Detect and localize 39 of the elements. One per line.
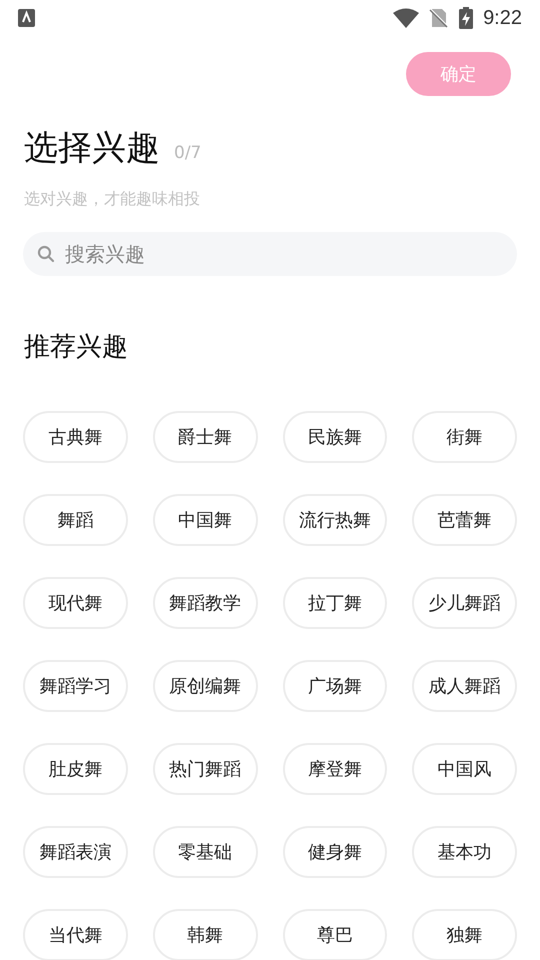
no-sim-icon (429, 8, 450, 28)
section-title: 推荐兴趣 (23, 331, 129, 364)
interest-tag[interactable]: 舞蹈教学 (152, 577, 258, 629)
interest-tag[interactable]: 中国风 (412, 743, 517, 795)
interest-tag[interactable]: 流行热舞 (282, 494, 388, 546)
interest-tag[interactable]: 舞蹈学习 (23, 660, 128, 712)
status-time: 9:22 (483, 6, 522, 31)
interest-tag[interactable]: 民族舞 (282, 411, 388, 463)
interest-tag[interactable]: 现代舞 (23, 577, 128, 629)
interest-tag[interactable]: 街舞 (412, 411, 517, 463)
interest-tag[interactable]: 健身舞 (282, 826, 388, 878)
interest-tag[interactable]: 零基础 (152, 826, 258, 878)
selection-count: 0/7 (174, 142, 202, 164)
interest-tag[interactable]: 芭蕾舞 (412, 494, 517, 546)
interest-tag[interactable]: 基本功 (412, 826, 517, 878)
interest-tag[interactable]: 成人舞蹈 (412, 660, 517, 712)
interest-tag[interactable]: 肚皮舞 (23, 743, 128, 795)
keyboard-icon (18, 9, 35, 27)
wifi-icon (393, 8, 420, 28)
interest-tag[interactable]: 少儿舞蹈 (412, 577, 517, 629)
interest-tag[interactable]: 古典舞 (23, 411, 128, 463)
interest-tag[interactable]: 中国舞 (152, 494, 258, 546)
interest-tag[interactable]: 热门舞蹈 (152, 743, 258, 795)
interest-tag[interactable]: 爵士舞 (152, 411, 258, 463)
page-title: 选择兴趣 (24, 127, 160, 170)
interest-tag[interactable]: 广场舞 (282, 660, 388, 712)
page-subtitle: 选对兴趣，才能趣味相投 (23, 188, 201, 210)
interest-tag[interactable]: 舞蹈表演 (23, 826, 128, 878)
interest-tag[interactable]: 舞蹈 (23, 494, 128, 546)
interest-tag[interactable]: 尊巴 (282, 909, 388, 960)
interest-tag[interactable]: 原创编舞 (152, 660, 258, 712)
interest-tag[interactable]: 当代舞 (23, 909, 128, 960)
interest-tag[interactable]: 独舞 (412, 909, 517, 960)
interest-tag[interactable]: 拉丁舞 (282, 577, 388, 629)
search-field[interactable]: 搜索兴趣 (23, 232, 517, 276)
interest-tag[interactable]: 摩登舞 (282, 743, 388, 795)
interest-tag[interactable]: 韩舞 (152, 909, 258, 960)
search-icon (37, 245, 55, 263)
battery-charging-icon (459, 7, 474, 29)
